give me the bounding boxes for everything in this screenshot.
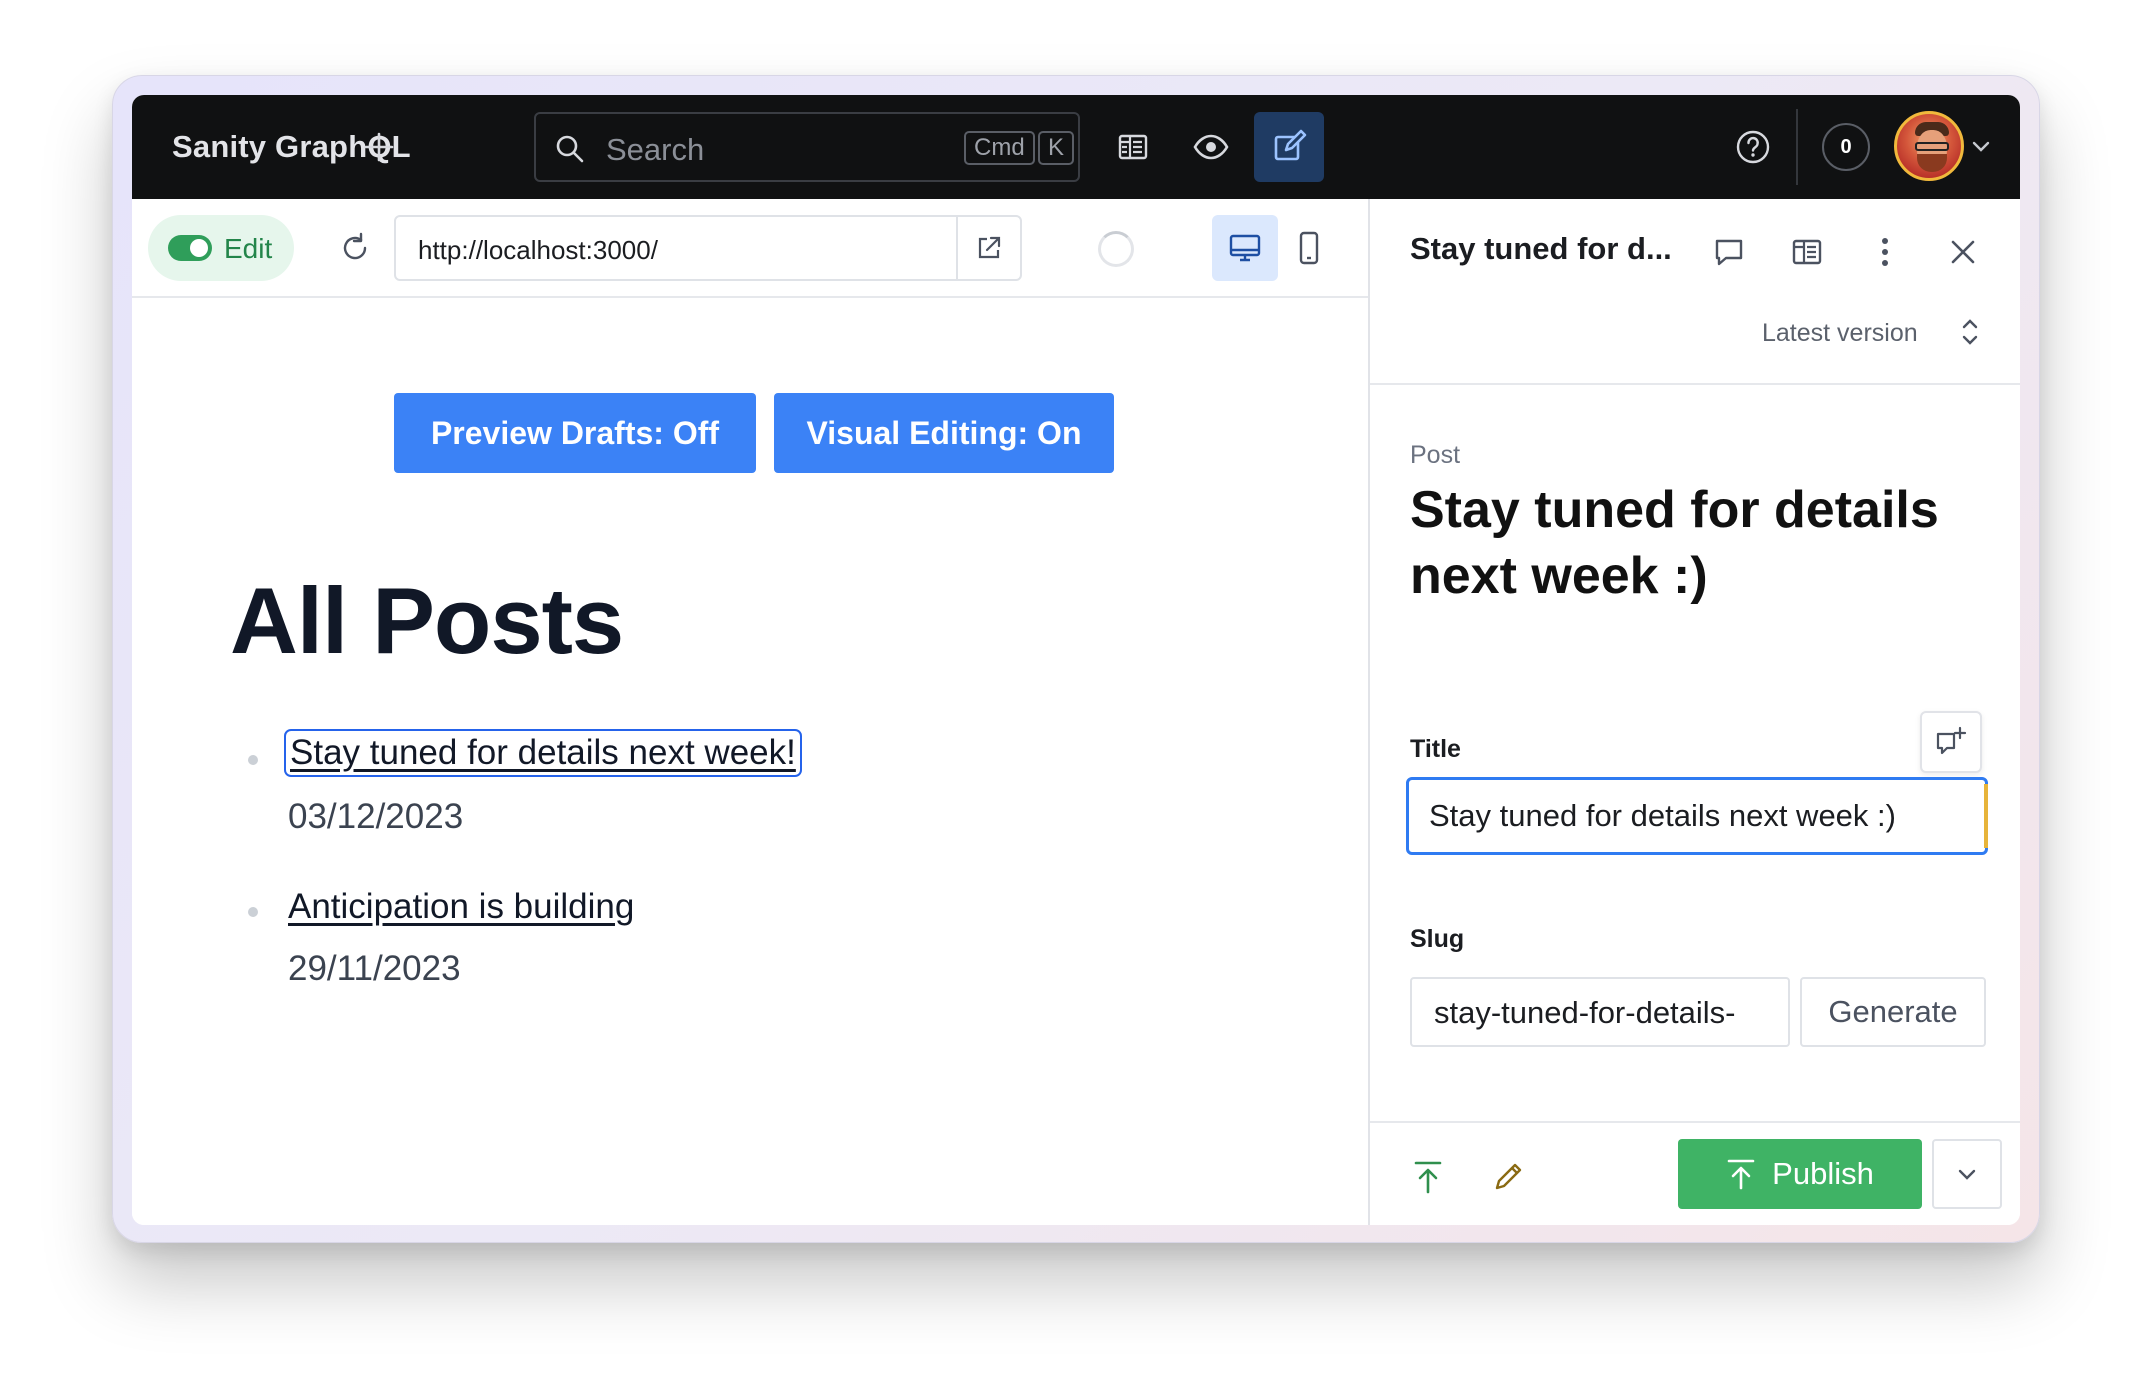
comment-icon xyxy=(1715,239,1743,266)
desktop-viewport-button[interactable] xyxy=(1212,215,1278,281)
open-in-new-tab-button[interactable] xyxy=(956,217,1020,279)
comments-button[interactable] xyxy=(1696,219,1762,285)
version-selector[interactable]: Latest version xyxy=(1762,319,1918,348)
add-comment-icon xyxy=(1936,726,1967,755)
more-options-button[interactable] xyxy=(1852,219,1918,285)
navbar-divider xyxy=(1796,109,1798,185)
close-pane-button[interactable] xyxy=(1930,219,1996,285)
document-type-label: Post xyxy=(1410,441,1461,469)
document-pane: Stay tuned for d... Latest version Post … xyxy=(1368,199,2020,1225)
page-heading: All Posts xyxy=(230,568,624,673)
document-title: Stay tuned for details next week :) xyxy=(1410,481,1939,605)
publish-button[interactable]: Publish xyxy=(1678,1139,1922,1209)
post-link[interactable]: Stay tuned for details next week! xyxy=(284,729,802,777)
edit-mode-label: Edit xyxy=(224,233,273,264)
top-navbar: Sanity GraphQL Search Cmd K 0 xyxy=(132,95,2020,199)
vision-tool-button[interactable] xyxy=(1176,112,1246,182)
title-field[interactable] xyxy=(1406,777,1988,855)
generate-slug-button[interactable]: Generate xyxy=(1800,977,1986,1047)
list-bullet xyxy=(248,755,258,765)
chevron-up-down-icon[interactable] xyxy=(1960,315,1980,349)
slug-input[interactable] xyxy=(1434,995,1774,1031)
shortcut-k-key: K xyxy=(1038,131,1075,165)
mobile-viewport-button[interactable] xyxy=(1276,215,1342,281)
refresh-icon xyxy=(343,232,367,260)
split-pane-button[interactable] xyxy=(1774,219,1840,285)
presentation-tool-button[interactable] xyxy=(1254,112,1324,182)
desktop-icon xyxy=(1229,234,1261,262)
plus-icon xyxy=(364,132,394,162)
edit-mode-toggle[interactable]: Edit xyxy=(148,215,294,281)
document-header: Stay tuned for d... Latest version xyxy=(1370,199,2020,385)
avatar-beard xyxy=(1917,154,1947,172)
close-icon xyxy=(1951,240,1975,264)
preview-pane: Edit http://localhost:3000/ Preview Draf… xyxy=(132,199,1368,1225)
slug-field-label: Slug xyxy=(1410,925,1465,953)
preview-url-field[interactable]: http://localhost:3000/ xyxy=(394,215,1022,281)
split-pane-icon xyxy=(1792,239,1822,265)
document-footer: Publish xyxy=(1370,1121,2020,1225)
reload-button[interactable] xyxy=(322,215,388,281)
preview-url-text: http://localhost:3000/ xyxy=(418,235,658,265)
chevron-down-icon xyxy=(1958,1169,1976,1180)
title-input[interactable] xyxy=(1429,798,1969,834)
document-header-title: Stay tuned for d... xyxy=(1410,231,1672,266)
structure-tool-button[interactable] xyxy=(1098,112,1168,182)
post-link[interactable]: Anticipation is building xyxy=(288,887,634,927)
shortcut-cmd-key: Cmd xyxy=(964,131,1035,165)
chevron-down-icon[interactable] xyxy=(1970,135,1992,157)
visual-editing-button[interactable]: Visual Editing: On xyxy=(774,393,1114,473)
create-new-button[interactable] xyxy=(344,112,414,182)
structure-icon xyxy=(1118,134,1148,160)
slug-field[interactable] xyxy=(1410,977,1790,1047)
search-icon xyxy=(556,135,584,163)
edit-icon xyxy=(1274,129,1307,161)
ellipsis-vertical-icon xyxy=(1882,238,1888,266)
search-input[interactable]: Search Cmd K xyxy=(534,112,1080,182)
studio-window: Sanity GraphQL Search Cmd K 0 Edit http:… xyxy=(132,95,2020,1225)
publish-icon xyxy=(1727,1159,1755,1190)
eye-icon xyxy=(1193,134,1229,160)
external-link-icon xyxy=(978,236,1001,259)
post-date: 03/12/2023 xyxy=(288,797,464,836)
user-avatar[interactable] xyxy=(1894,111,1964,181)
toggle-switch[interactable] xyxy=(168,235,212,261)
preview-drafts-button[interactable]: Preview Drafts: Off xyxy=(394,393,756,473)
publish-label: Publish xyxy=(1772,1156,1874,1191)
post-date: 29/11/2023 xyxy=(288,949,461,988)
avatar-glasses xyxy=(1915,142,1949,151)
title-field-label: Title xyxy=(1410,735,1461,763)
mobile-icon xyxy=(1299,231,1319,265)
publish-status-icon xyxy=(1414,1161,1442,1194)
notifications-count-badge[interactable]: 0 xyxy=(1822,123,1870,171)
document-status-published[interactable] xyxy=(1398,1147,1458,1207)
help-button[interactable] xyxy=(1718,112,1788,182)
loading-spinner-icon xyxy=(1098,231,1134,267)
document-status-edited[interactable] xyxy=(1478,1147,1538,1207)
list-bullet xyxy=(248,907,258,917)
pencil-icon xyxy=(1495,1163,1522,1190)
search-placeholder: Search xyxy=(606,132,705,167)
publish-options-button[interactable] xyxy=(1932,1139,2002,1209)
help-circle-icon xyxy=(1736,130,1770,164)
preview-toolbar: Edit http://localhost:3000/ xyxy=(132,199,1368,298)
add-comment-button[interactable] xyxy=(1920,711,1982,773)
